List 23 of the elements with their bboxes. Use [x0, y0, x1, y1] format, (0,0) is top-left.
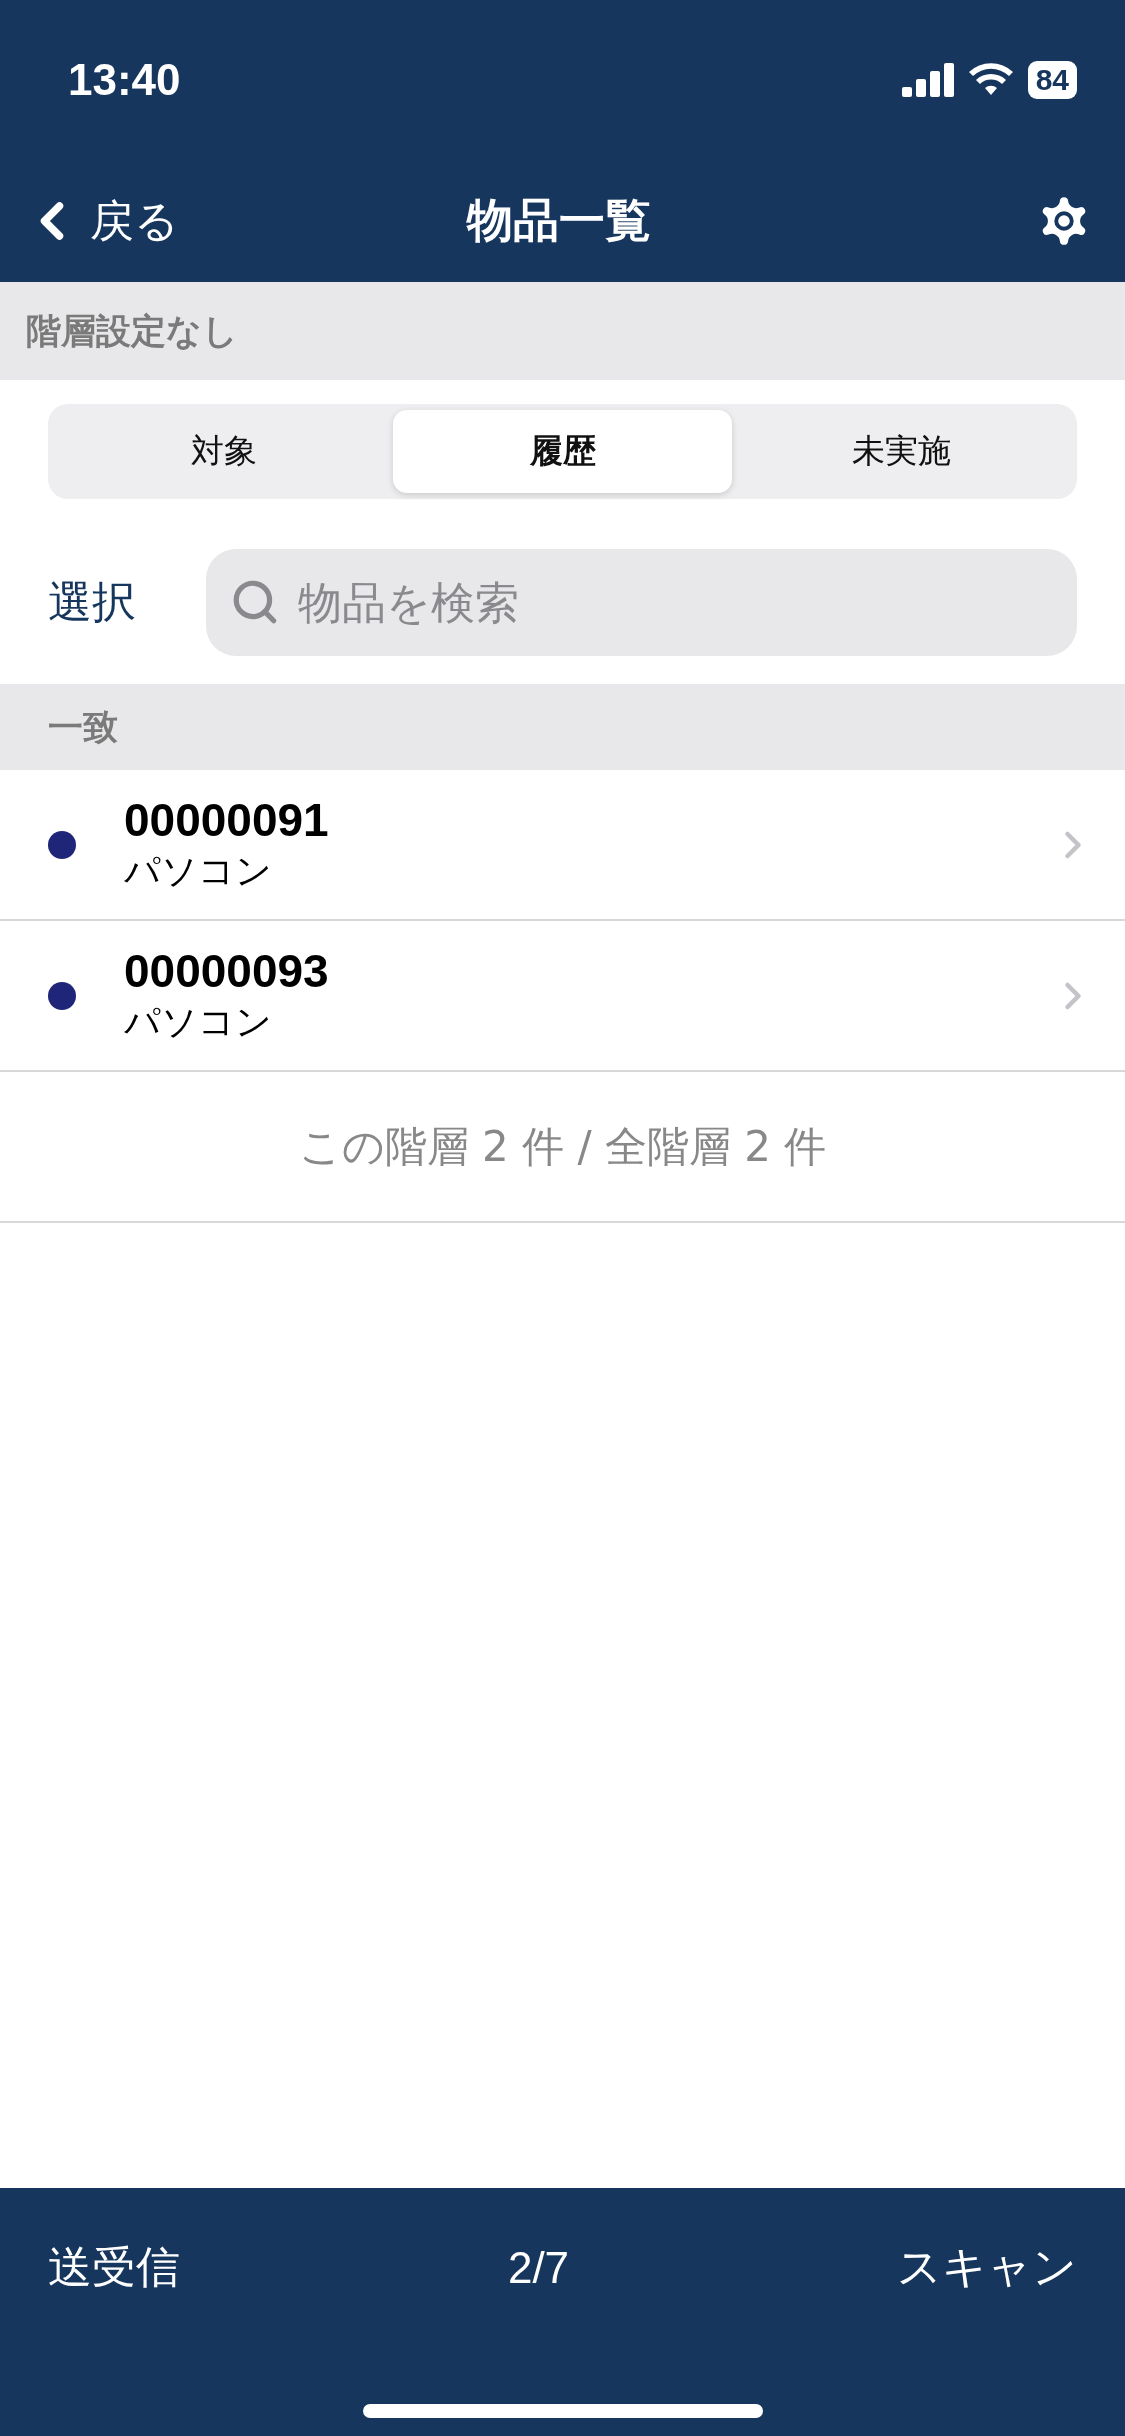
- select-button[interactable]: 選択: [48, 573, 136, 632]
- search-field[interactable]: 物品を検索: [206, 549, 1077, 656]
- battery-level: 84: [1027, 61, 1077, 99]
- item-code: 00000093: [124, 944, 330, 998]
- item-count: この階層 2 件 / 全階層 2 件: [298, 1120, 827, 1173]
- item-name: パソコン: [124, 1000, 273, 1044]
- signal-icon: [901, 63, 954, 97]
- item-code: 00000091: [124, 793, 330, 847]
- scan-button[interactable]: スキャン: [897, 2238, 1077, 2297]
- segment-tab[interactable]: 未実施: [732, 410, 1071, 493]
- status-time: 13:40: [68, 55, 181, 105]
- wifi-icon: [967, 63, 1014, 97]
- screen-title: 物品一覧: [466, 192, 651, 249]
- item-row[interactable]: 00000093 パソコン: [0, 921, 1125, 1072]
- segment-tab[interactable]: 履歴: [393, 410, 732, 493]
- segment-tab[interactable]: 対象: [54, 410, 393, 493]
- back-button[interactable]: 戻る: [22, 191, 179, 251]
- sync-button[interactable]: 送受信: [48, 2238, 180, 2297]
- item-name: パソコン: [124, 849, 273, 893]
- hierarchy-label: 階層設定なし: [26, 309, 238, 353]
- section-label: 一致: [48, 705, 118, 749]
- item-row[interactable]: 00000091 パソコン: [0, 770, 1125, 921]
- page-indicator: 2/7: [507, 2242, 570, 2293]
